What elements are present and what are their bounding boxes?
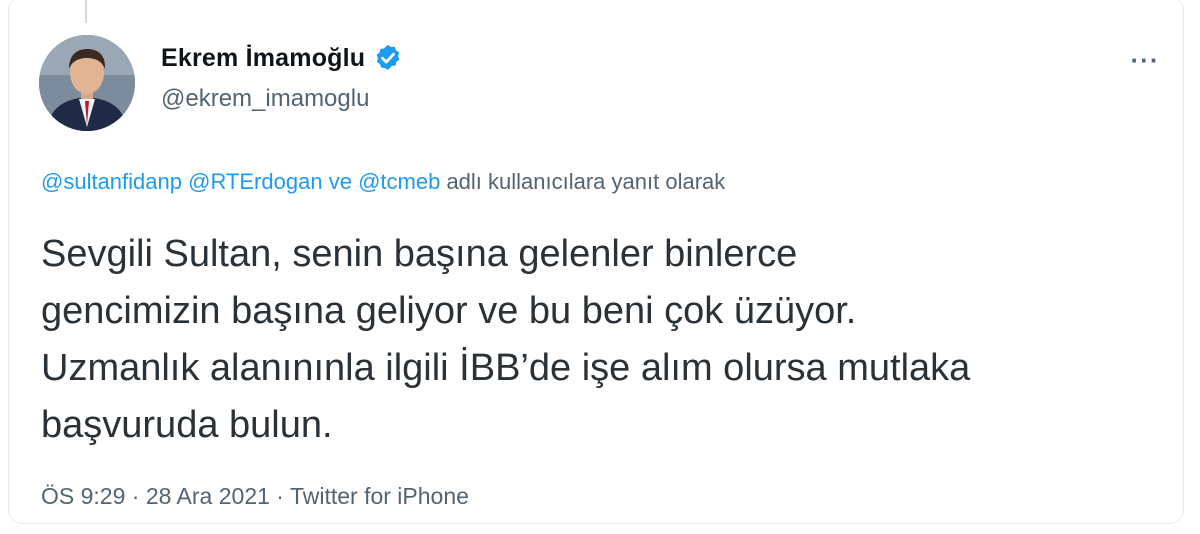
tweet-text: Sevgili Sultan, senin başına gelenler bi… (41, 226, 1171, 454)
author-display-name[interactable]: Ekrem İmamoğlu (161, 44, 365, 73)
tweet-metadata: ÖS 9:29 · 28 Ara 2021 · Twitter for iPho… (41, 483, 469, 510)
author-name-row[interactable]: Ekrem İmamoğlu (161, 43, 403, 73)
author-handle[interactable]: @ekrem_imamoglu (161, 85, 369, 113)
tweet-date[interactable]: 28 Ara 2021 (146, 483, 270, 509)
reply-context: @sultanfidanp @RTErdogan ve @tcmeb adlı … (41, 169, 725, 195)
meta-separator: · (131, 483, 140, 509)
tweet-text-line: Sevgili Sultan, senin başına gelenler bi… (41, 233, 798, 275)
tweet-time[interactable]: ÖS 9:29 (41, 483, 125, 509)
verified-badge-icon (373, 43, 403, 73)
more-options-button[interactable]: ··· (1121, 43, 1169, 77)
meta-separator: · (276, 483, 284, 509)
reply-connector: ve (328, 169, 352, 194)
tweet-text-line: Uzmanlık alanınınla ilgili İBB’de işe al… (41, 347, 971, 389)
mention-link-tcmeb[interactable]: @tcmeb (358, 169, 440, 194)
tweet-text-line: gencimizin başına geliyor ve bu beni çok… (41, 290, 857, 332)
mention-link-sultanfidanp[interactable]: @sultanfidanp (41, 169, 182, 194)
more-horizontal-icon: ··· (1130, 45, 1160, 75)
mention-link-rterdogan[interactable]: @RTErdogan (188, 169, 322, 194)
reply-context-suffix: adlı kullanıcılara yanıt olarak (446, 169, 726, 194)
profile-photo-icon (39, 35, 135, 131)
avatar[interactable] (39, 35, 135, 131)
thread-connector-line (85, 0, 87, 23)
tweet-text-line: başvuruda bulun. (41, 404, 333, 446)
tweet-card: Ekrem İmamoğlu @ekrem_imamoglu ··· @sult… (8, 0, 1184, 524)
tweet-source[interactable]: Twitter for iPhone (290, 483, 469, 509)
